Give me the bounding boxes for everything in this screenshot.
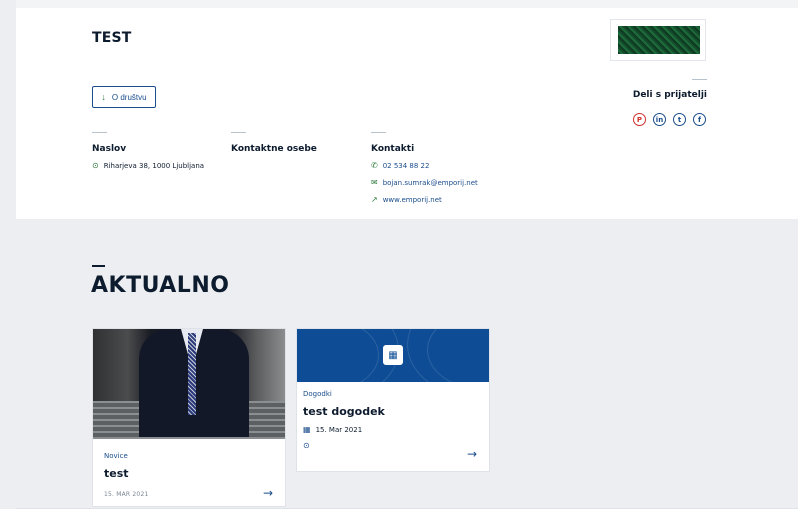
address-value: Riharjeva 38, 1000 Ljubljana bbox=[103, 161, 205, 170]
event-date-line: ▦ 15. Mar 2021 bbox=[303, 425, 362, 434]
phone-line[interactable]: ✆ 02 534 88 22 bbox=[371, 161, 429, 170]
phone-icon: ✆ bbox=[371, 161, 378, 170]
mail-icon: ✉ bbox=[371, 178, 378, 187]
location-pin-icon: ⊙ bbox=[92, 161, 99, 170]
event-card-banner: ▦ bbox=[297, 329, 489, 382]
share-title: Deli s prijatelji bbox=[632, 90, 707, 100]
event-card-date: 15. Mar 2021 bbox=[315, 425, 363, 434]
location-pin-icon: ⊙ bbox=[303, 441, 310, 450]
about-company-button[interactable]: ↓ O društvu bbox=[92, 86, 156, 108]
event-card-category[interactable]: Dogodki bbox=[303, 390, 332, 398]
external-link-icon: ↗ bbox=[371, 195, 378, 204]
contact-persons-divider bbox=[231, 132, 246, 133]
linkedin-icon[interactable]: in bbox=[653, 113, 666, 126]
businessman-photo bbox=[93, 329, 285, 439]
company-title: TEST bbox=[92, 30, 132, 46]
email-link[interactable]: bojan.sumrak@emporij.net bbox=[383, 179, 478, 187]
contact-persons-title: Kontaktne osebe bbox=[231, 144, 317, 154]
share-divider bbox=[692, 79, 707, 80]
address-title: Naslov bbox=[92, 144, 127, 154]
arrow-right-icon[interactable]: → bbox=[467, 447, 477, 461]
address-divider bbox=[92, 132, 107, 133]
pinterest-icon[interactable]: P bbox=[633, 113, 646, 126]
news-card[interactable]: Novice test 15. MAR 2021 → bbox=[92, 328, 286, 507]
event-location-line: ⊙ bbox=[303, 441, 310, 450]
top-strip bbox=[16, 0, 798, 8]
arrow-down-icon: ↓ bbox=[101, 92, 106, 102]
contacts-title: Kontakti bbox=[371, 144, 415, 154]
email-line[interactable]: ✉ bojan.sumrak@emporij.net bbox=[371, 178, 478, 187]
contacts-divider bbox=[371, 132, 386, 133]
facebook-icon[interactable]: f bbox=[693, 113, 706, 126]
calendar-small-icon: ▦ bbox=[303, 425, 311, 434]
news-card-title[interactable]: test bbox=[104, 467, 129, 480]
web-link[interactable]: www.emporij.net bbox=[383, 196, 442, 204]
news-divider bbox=[92, 265, 105, 267]
calendar-icon: ▦ bbox=[383, 345, 403, 365]
web-line[interactable]: ↗ www.emporij.net bbox=[371, 195, 442, 204]
news-card-date: 15. MAR 2021 bbox=[104, 491, 149, 498]
event-card[interactable]: ▦ Dogodki test dogodek ▦ 15. Mar 2021 ⊙ … bbox=[296, 328, 490, 472]
company-logo bbox=[610, 19, 706, 61]
logo-image bbox=[618, 26, 700, 54]
address-line: ⊙ Riharjeva 38, 1000 Ljubljana bbox=[92, 161, 204, 170]
twitter-icon[interactable]: t bbox=[673, 113, 686, 126]
news-title: AKTUALNO bbox=[91, 273, 230, 298]
news-card-image bbox=[93, 329, 285, 439]
phone-link[interactable]: 02 534 88 22 bbox=[383, 162, 430, 170]
arrow-right-icon[interactable]: → bbox=[263, 486, 273, 500]
about-company-label: O društvu bbox=[111, 92, 147, 102]
event-card-title[interactable]: test dogodek bbox=[303, 405, 385, 418]
news-card-category[interactable]: Novice bbox=[104, 452, 128, 460]
